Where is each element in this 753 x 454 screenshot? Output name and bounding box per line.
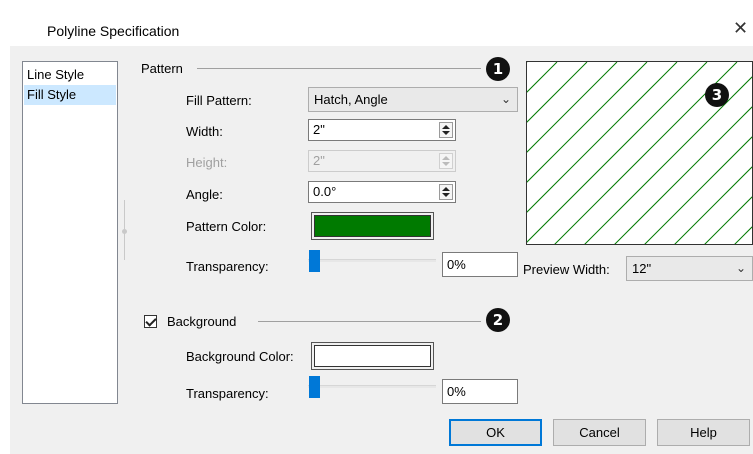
sidebar-item-line-style[interactable]: Line Style [24, 65, 116, 85]
preview-width-value: 12" [632, 261, 652, 276]
hatch-line [527, 62, 588, 123]
background-color-button[interactable] [311, 342, 434, 370]
background-transparency-track[interactable] [308, 385, 436, 388]
spinner-arrows-icon[interactable] [439, 184, 453, 200]
cancel-button[interactable]: Cancel [553, 419, 646, 446]
pattern-group-rule [197, 68, 481, 69]
pattern-preview: 3 [526, 61, 753, 245]
background-transparency-slider[interactable] [309, 376, 320, 398]
preview-width-label: Preview Width: [523, 262, 610, 277]
background-transparency-field[interactable]: 0% [442, 379, 518, 404]
height-label: Height: [186, 155, 228, 170]
chevron-down-icon: ⌄ [735, 261, 746, 275]
hatch-line [644, 136, 752, 244]
chevron-down-icon: ⌄ [500, 92, 511, 106]
fill-pattern-label: Fill Pattern: [186, 93, 252, 108]
pattern-transparency-field[interactable]: 0% [442, 252, 518, 277]
hatch-line [527, 62, 558, 93]
preview-width-dropdown[interactable]: 12" ⌄ [626, 256, 753, 281]
height-spinner: 2" [308, 150, 456, 172]
background-group-rule [258, 321, 481, 322]
callout-badge-3: 3 [705, 83, 729, 107]
help-button[interactable]: Help [657, 419, 750, 446]
callout-badge-1: 1 [486, 57, 510, 81]
pattern-color-button[interactable] [311, 212, 434, 240]
background-checkbox[interactable] [144, 315, 157, 328]
width-label: Width: [186, 124, 223, 139]
sidebar-item-fill-style[interactable]: Fill Style [24, 85, 116, 105]
fill-pattern-value: Hatch, Angle [314, 92, 388, 107]
hatch-line [527, 62, 618, 153]
background-group-label[interactable]: Background [167, 314, 236, 329]
angle-value: 0.0° [313, 184, 337, 199]
callout-badge-2: 2 [486, 308, 510, 332]
pattern-transparency-track[interactable] [308, 259, 436, 262]
spinner-arrows-icon[interactable] [439, 122, 453, 138]
pattern-group-label: Pattern [141, 61, 183, 76]
pattern-transparency-slider[interactable] [309, 250, 320, 272]
pattern-transparency-label: Transparency: [186, 259, 269, 274]
angle-label: Angle: [186, 187, 223, 202]
splitter-grip[interactable] [122, 229, 127, 234]
hatch-line [527, 62, 648, 183]
background-color-swatch [314, 345, 431, 367]
fill-pattern-dropdown[interactable]: Hatch, Angle ⌄ [308, 87, 518, 112]
angle-spinner[interactable]: 0.0° [308, 181, 456, 203]
checkmark-icon [145, 315, 157, 327]
spinner-arrows-icon [439, 153, 453, 169]
background-color-label: Background Color: [186, 349, 294, 364]
hatch-line [527, 62, 678, 213]
category-list: Line Style Fill Style [22, 61, 118, 404]
width-value: 2" [313, 122, 325, 137]
close-icon[interactable]: ✕ [733, 19, 748, 37]
background-transparency-label: Transparency: [186, 386, 269, 401]
height-value: 2" [313, 153, 325, 168]
width-spinner[interactable]: 2" [308, 119, 456, 141]
ok-button[interactable]: OK [449, 419, 542, 446]
pattern-color-swatch [314, 215, 431, 237]
hatch-line [527, 62, 708, 243]
pattern-color-label: Pattern Color: [186, 219, 267, 234]
dialog-title: Polyline Specification [47, 23, 180, 39]
